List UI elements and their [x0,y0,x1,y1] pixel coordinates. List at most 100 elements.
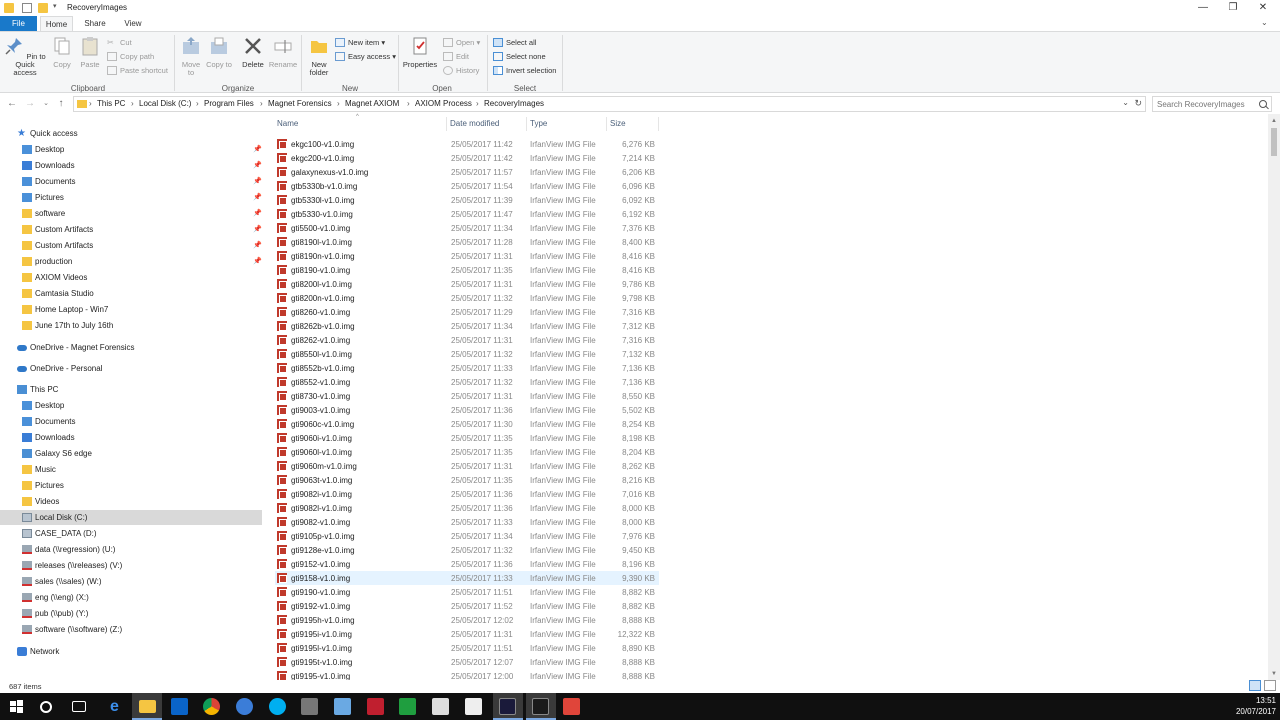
pin-icon[interactable]: 📌 [253,225,262,233]
file-row[interactable]: gti8200n-v1.0.img 25/05/2017 11:32 IrfanVi… [275,291,659,305]
maximize-button[interactable]: ❐ [1217,0,1249,16]
file-row[interactable]: gti9195l-v1.0.img 25/05/2017 11:51 IrfanVi… [275,641,659,655]
outlook-icon[interactable] [171,698,188,715]
file-row[interactable]: gti9128e-v1.0.img 25/05/2017 11:32 IrfanVi… [275,543,659,557]
this-pc-item[interactable]: software (\\software) (Z:) [0,622,262,637]
quick-access-item[interactable]: Camtasia Studio [0,286,262,301]
file-row[interactable]: ekgc200-v1.0.img 25/05/2017 11:42 IrfanVie… [275,151,659,165]
column-divider[interactable] [446,117,447,131]
this-pc-item[interactable]: CASE_DATA (D:) [0,526,262,541]
quick-access-item[interactable]: June 17th to July 16th [0,318,262,333]
quick-access-item[interactable]: Custom Artifacts 📌 [0,238,262,253]
address-bar[interactable]: › This PC › Local Disk (C:) › Program Fi… [73,96,1146,112]
document-icon[interactable] [465,698,482,715]
new-folder-button[interactable]: New folder [304,36,334,77]
app-icon[interactable] [301,698,318,715]
file-row[interactable]: gti8262b-v1.0.img 25/05/2017 11:34 IrfanVi… [275,319,659,333]
pin-icon[interactable]: 📌 [253,145,262,153]
large-icons-view-button[interactable] [1264,680,1276,691]
refresh-icon[interactable]: ↻ [1134,98,1142,109]
breadcrumb-recovery-images[interactable]: RecoveryImages [484,99,544,108]
copy-button[interactable]: Copy [49,36,75,69]
file-row[interactable]: gti9192-v1.0.img 25/05/2017 11:52 IrfanVie… [275,599,659,613]
paste-button[interactable]: Paste [77,36,103,69]
paste-shortcut-button[interactable]: Paste shortcut [107,64,168,77]
tab-view[interactable]: View [116,16,150,31]
scroll-down-arrow-icon[interactable]: ▼ [1271,671,1277,677]
breadcrumb-program-files[interactable]: Program Files [204,99,254,108]
quick-access-item[interactable]: AXIOM Videos [0,270,262,285]
forward-button[interactable]: → [23,97,37,111]
file-row[interactable]: gti9082-v1.0.img 25/05/2017 11:33 IrfanVie… [275,515,659,529]
file-row[interactable]: gti9060l-v1.0.img 25/05/2017 11:35 IrfanVi… [275,445,659,459]
this-pc-item[interactable]: Galaxy S6 edge [0,446,262,461]
rename-button[interactable]: Rename [268,36,298,69]
close-button[interactable]: ✕ [1247,0,1279,16]
properties-button[interactable]: Properties [402,36,438,69]
file-explorer-taskbar-button[interactable] [132,693,162,720]
vertical-scrollbar[interactable]: ▲ ▼ [1268,114,1280,680]
file-row[interactable]: gtb5330b-v1.0.img 25/05/2017 11:54 IrfanVi… [275,179,659,193]
pin-icon[interactable]: 📌 [253,161,262,169]
breadcrumb-magnet-axiom[interactable]: Magnet AXIOM [345,99,399,108]
delete-button[interactable]: Delete [239,36,267,69]
quick-access-item[interactable]: Downloads 📌 [0,158,262,173]
open-button[interactable]: Open ▾ [443,36,480,49]
new-item-button[interactable]: New item ▾ [335,36,385,49]
column-header-size[interactable]: Size [610,119,626,128]
file-row[interactable]: gti9195i-v1.0.img 25/05/2017 11:31 IrfanVi… [275,627,659,641]
file-row[interactable]: gti8200l-v1.0.img 25/05/2017 11:31 IrfanVi… [275,277,659,291]
file-row[interactable]: galaxynexus-v1.0.img 25/05/2017 11:57 Irfa… [275,165,659,179]
move-to-button[interactable]: Move to [178,36,204,77]
nav-onedrive-personal[interactable]: OneDrive - Personal [0,361,262,376]
minimize-button[interactable]: — [1187,0,1219,16]
copy-to-button[interactable]: Copy to [206,36,232,69]
file-row[interactable]: gti8552-v1.0.img 25/05/2017 11:32 IrfanVie… [275,375,659,389]
file-row[interactable]: gti9082i-v1.0.img 25/05/2017 11:36 IrfanVi… [275,487,659,501]
app-icon[interactable] [236,698,253,715]
file-row[interactable]: gti8260-v1.0.img 25/05/2017 11:29 IrfanVie… [275,305,659,319]
column-header-name[interactable]: Name [277,119,298,128]
nav-network[interactable]: Network [0,644,262,659]
app-icon[interactable] [367,698,384,715]
file-row[interactable]: gti8190-v1.0.img 25/05/2017 11:35 IrfanVie… [275,263,659,277]
quick-access-item[interactable]: Pictures 📌 [0,190,262,205]
address-history-chevron-down-icon[interactable]: ⌄ [1122,98,1129,107]
copy-path-button[interactable]: Copy path [107,50,154,63]
file-row[interactable]: gti9060c-v1.0.img 25/05/2017 11:30 IrfanVi… [275,417,659,431]
app-icon[interactable] [334,698,351,715]
column-header-type[interactable]: Type [530,119,547,128]
magnet-process-taskbar-button[interactable] [493,693,523,720]
breadcrumb-axiom-process[interactable]: AXIOM Process [415,99,472,108]
this-pc-item[interactable]: pub (\\pub) (Y:) [0,606,262,621]
tab-file[interactable]: File [0,16,37,31]
tab-home[interactable]: Home [40,16,73,31]
skype-icon[interactable] [269,698,286,715]
clock[interactable]: 13:51 20/07/2017 [1216,695,1276,717]
file-row[interactable]: gti9082l-v1.0.img 25/05/2017 11:36 IrfanVi… [275,501,659,515]
file-row[interactable]: gti9195h-v1.0.img 25/05/2017 12:02 IrfanVi… [275,613,659,627]
file-row[interactable]: gti5500-v1.0.img 25/05/2017 11:34 IrfanVie… [275,221,659,235]
magnet-examine-taskbar-button[interactable] [526,693,556,720]
this-pc-item[interactable]: Music [0,462,262,477]
this-pc-item[interactable]: releases (\\releases) (V:) [0,558,262,573]
this-pc-item[interactable]: Downloads [0,430,262,445]
nav-onedrive-business[interactable]: OneDrive - Magnet Forensics [0,340,262,355]
this-pc-item[interactable]: Videos [0,494,262,509]
file-row[interactable]: gti9060m-v1.0.img 25/05/2017 11:31 IrfanVi… [275,459,659,473]
file-row[interactable]: gti8262-v1.0.img 25/05/2017 11:31 IrfanVie… [275,333,659,347]
this-pc-item[interactable]: data (\\regression) (U:) [0,542,262,557]
search-box[interactable] [1152,96,1272,112]
file-row[interactable]: gtb5330l-v1.0.img 25/05/2017 11:39 IrfanVi… [275,193,659,207]
scrollbar-thumb[interactable] [1271,128,1277,156]
pin-icon[interactable]: 📌 [253,177,262,185]
file-row[interactable]: gti8552b-v1.0.img 25/05/2017 11:33 IrfanVi… [275,361,659,375]
search-input[interactable] [1157,99,1257,110]
pin-to-quick-access-button[interactable]: Pin to Quick access [3,36,47,77]
this-pc-item[interactable]: sales (\\sales) (W:) [0,574,262,589]
column-divider[interactable] [526,117,527,131]
this-pc-item[interactable]: eng (\\eng) (X:) [0,590,262,605]
this-pc-item[interactable]: Documents [0,414,262,429]
this-pc-item[interactable]: Pictures [0,478,262,493]
file-row[interactable]: gti8190n-v1.0.img 25/05/2017 11:31 IrfanVi… [275,249,659,263]
